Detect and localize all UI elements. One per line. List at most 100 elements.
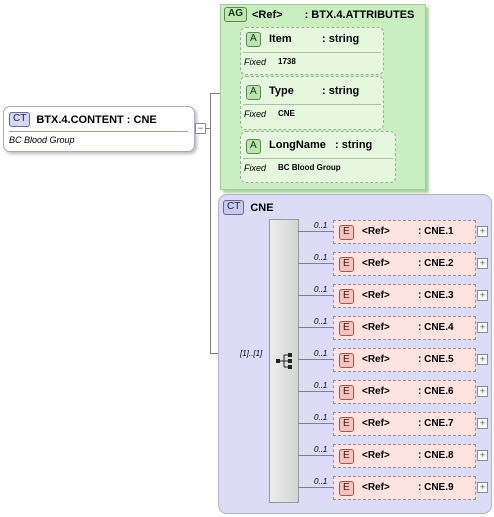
expand-toggle[interactable]: + bbox=[477, 418, 488, 429]
element-cne[interactable]: E <Ref> : CNE.5 bbox=[333, 348, 476, 372]
root-title: BTX.4.CONTENT : CNE bbox=[36, 113, 157, 126]
expand-toggle[interactable]: + bbox=[477, 226, 488, 237]
root-divider bbox=[9, 131, 188, 132]
attribute-divider bbox=[243, 52, 381, 53]
element-name: : CNE.6 bbox=[418, 386, 454, 397]
element-ref: <Ref> bbox=[362, 418, 390, 429]
element-cne[interactable]: E <Ref> : CNE.8 bbox=[333, 444, 476, 468]
element-cne[interactable]: E <Ref> : CNE.4 bbox=[333, 316, 476, 340]
element-occurrence: 0..1 bbox=[314, 445, 328, 454]
attribute-icon: A bbox=[246, 139, 261, 154]
attribute-group-icon: AG bbox=[224, 7, 247, 22]
element-cne[interactable]: E <Ref> : CNE.9 bbox=[333, 476, 476, 500]
element-ref: <Ref> bbox=[362, 386, 390, 397]
attribute-type: : string bbox=[322, 85, 360, 97]
element-name: : CNE.5 bbox=[418, 354, 454, 365]
element-ref: <Ref> bbox=[362, 290, 390, 301]
sequence-occurrence: [1]..[1] bbox=[240, 349, 263, 358]
element-icon: E bbox=[339, 353, 354, 368]
connector-element bbox=[298, 327, 333, 328]
element-name: : CNE.9 bbox=[418, 482, 454, 493]
attribute-name: LongName bbox=[269, 139, 326, 151]
element-occurrence: 0..1 bbox=[314, 285, 328, 294]
expand-toggle[interactable]: + bbox=[477, 322, 488, 333]
cne-title: CNE bbox=[250, 201, 274, 214]
element-ref: <Ref> bbox=[362, 258, 390, 269]
element-ref: <Ref> bbox=[362, 450, 390, 461]
attribute-group-ref: <Ref> bbox=[252, 8, 283, 21]
element-icon: E bbox=[339, 289, 354, 304]
fixed-value: 1738 bbox=[278, 57, 296, 66]
attribute-item[interactable]: A Item : string Fixed 1738 bbox=[240, 27, 384, 75]
element-name: : CNE.7 bbox=[418, 418, 454, 429]
connector-element bbox=[298, 263, 333, 264]
complex-type-icon: CT bbox=[223, 200, 245, 215]
attribute-name: Type bbox=[269, 85, 294, 97]
element-name: : CNE.8 bbox=[418, 450, 454, 461]
attribute-divider bbox=[243, 158, 393, 159]
element-cne[interactable]: E <Ref> : CNE.2 bbox=[333, 252, 476, 276]
element-icon: E bbox=[339, 449, 354, 464]
root-complex-type[interactable]: CT BTX.4.CONTENT : CNE BC Blood Group bbox=[3, 106, 195, 152]
expand-toggle[interactable]: + bbox=[477, 354, 488, 365]
attribute-divider bbox=[243, 104, 381, 105]
element-name: : CNE.2 bbox=[418, 258, 454, 269]
connector-element bbox=[298, 487, 333, 488]
connector-element bbox=[298, 391, 333, 392]
element-icon: E bbox=[339, 385, 354, 400]
fixed-label: Fixed bbox=[244, 109, 267, 119]
element-occurrence: 0..1 bbox=[314, 413, 328, 422]
element-name: : CNE.3 bbox=[418, 290, 454, 301]
element-name: : CNE.1 bbox=[418, 226, 454, 237]
fixed-label: Fixed bbox=[244, 163, 267, 173]
element-icon: E bbox=[339, 257, 354, 272]
element-occurrence: 0..1 bbox=[314, 317, 328, 326]
attribute-icon: A bbox=[246, 85, 261, 100]
attribute-longname[interactable]: A LongName : string Fixed BC Blood Group bbox=[240, 131, 396, 183]
root-description: BC Blood Group bbox=[9, 135, 75, 145]
element-ref: <Ref> bbox=[362, 482, 390, 493]
expand-toggle[interactable]: + bbox=[477, 290, 488, 301]
collapse-toggle[interactable]: − bbox=[195, 123, 206, 134]
element-occurrence: 0..1 bbox=[314, 221, 328, 230]
attribute-type-field[interactable]: A Type : string Fixed CNE bbox=[240, 76, 384, 130]
element-occurrence: 0..1 bbox=[314, 381, 328, 390]
element-cne[interactable]: E <Ref> : CNE.1 bbox=[333, 220, 476, 244]
attribute-group-name: : BTX.4.ATTRIBUTES bbox=[304, 8, 415, 21]
connector-to-attribute-group bbox=[210, 93, 220, 94]
attribute-type: : string bbox=[335, 139, 373, 151]
fixed-label: Fixed bbox=[244, 57, 267, 67]
attribute-type: : string bbox=[322, 33, 360, 45]
element-occurrence: 0..1 bbox=[314, 477, 328, 486]
complex-type-icon: CT bbox=[9, 112, 31, 127]
attribute-icon: A bbox=[246, 32, 261, 47]
element-cne[interactable]: E <Ref> : CNE.3 bbox=[333, 284, 476, 308]
element-cne[interactable]: E <Ref> : CNE.6 bbox=[333, 380, 476, 404]
element-icon: E bbox=[339, 321, 354, 336]
connector-element bbox=[298, 423, 333, 424]
element-cne[interactable]: E <Ref> : CNE.7 bbox=[333, 412, 476, 436]
fixed-value: CNE bbox=[278, 109, 295, 118]
connector-trunk bbox=[210, 93, 211, 354]
element-icon: E bbox=[339, 225, 354, 240]
element-icon: E bbox=[339, 417, 354, 432]
expand-toggle[interactable]: + bbox=[477, 386, 488, 397]
attribute-name: Item bbox=[269, 33, 292, 45]
sequence-icon bbox=[276, 353, 292, 369]
expand-toggle[interactable]: + bbox=[477, 482, 488, 493]
element-ref: <Ref> bbox=[362, 226, 390, 237]
element-icon: E bbox=[339, 481, 354, 496]
element-name: : CNE.4 bbox=[418, 322, 454, 333]
attribute-group[interactable]: AG <Ref> : BTX.4.ATTRIBUTES A Item : str… bbox=[220, 4, 426, 190]
fixed-value: BC Blood Group bbox=[278, 163, 341, 172]
connector-element bbox=[298, 455, 333, 456]
element-occurrence: 0..1 bbox=[314, 349, 328, 358]
element-ref: <Ref> bbox=[362, 354, 390, 365]
connector-element bbox=[298, 231, 333, 232]
connector-element bbox=[298, 295, 333, 296]
sequence-compositor[interactable] bbox=[269, 219, 299, 503]
expand-toggle[interactable]: + bbox=[477, 258, 488, 269]
element-ref: <Ref> bbox=[362, 322, 390, 333]
connector-element bbox=[298, 359, 333, 360]
expand-toggle[interactable]: + bbox=[477, 450, 488, 461]
